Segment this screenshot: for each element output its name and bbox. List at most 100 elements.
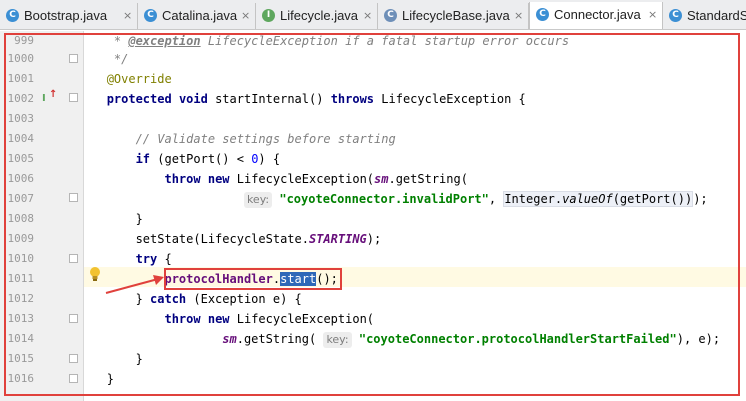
line-comment: // Validate settings before starting xyxy=(135,132,396,146)
fold-marker[interactable] xyxy=(69,314,78,323)
code-line-1000: */ xyxy=(85,49,128,69)
tab-bootstrap-java[interactable]: C Bootstrap.java × xyxy=(0,3,138,29)
line-number: 1008 xyxy=(7,212,35,225)
string-literal: "coyoteConnector.invalidPort" xyxy=(279,192,489,206)
code-text: .getString( xyxy=(388,172,468,186)
code-line-1002: protected void startInternal() throws Li… xyxy=(85,89,526,109)
fold-marker[interactable] xyxy=(69,54,78,63)
code-line-999: * @exception LifecycleException if a fat… xyxy=(85,31,569,51)
code-text: } xyxy=(106,372,114,386)
tab-label: LifecycleBase.java xyxy=(402,8,510,23)
code-line-1001: @Override xyxy=(85,69,172,89)
code-text: (getPort()) xyxy=(612,192,693,206)
line-number: 1014 xyxy=(7,332,35,345)
field-reference: sm xyxy=(374,172,389,186)
code-line-1013: throw new LifecycleException( xyxy=(85,309,374,329)
static-method: valueOf xyxy=(562,192,613,206)
annotation: @Override xyxy=(106,72,172,86)
class-c-icon: C xyxy=(144,9,157,22)
close-tab-icon[interactable]: × xyxy=(123,3,132,29)
code-text: , xyxy=(488,192,504,206)
code-text: LifecycleException { xyxy=(374,92,526,106)
line-number: 1013 xyxy=(7,312,35,325)
pointer-arrow-icon xyxy=(105,275,164,294)
keyword: protected xyxy=(106,92,172,106)
fold-marker[interactable] xyxy=(69,193,78,202)
selected-method[interactable]: start xyxy=(280,272,317,286)
tab-lifecyclebase-java[interactable]: C LifecycleBase.java × xyxy=(378,3,529,29)
fold-marker[interactable] xyxy=(69,254,78,263)
doc-type: LifecycleException xyxy=(200,34,338,48)
close-tab-icon[interactable]: × xyxy=(648,2,657,28)
code-text: Integer. xyxy=(504,192,563,206)
parameter-hint: key: xyxy=(323,332,352,348)
class-c-icon: C xyxy=(669,9,682,22)
keyword: try xyxy=(135,252,158,266)
code-text: LifecycleException( xyxy=(229,312,375,326)
line-number: 1006 xyxy=(7,172,35,185)
code-text: ); xyxy=(366,232,382,246)
line-number: 1011 xyxy=(7,272,35,285)
code-line-1015: } xyxy=(85,349,143,369)
code-text: (); xyxy=(316,272,338,286)
code-line-1010: try { xyxy=(85,249,172,269)
line-number: 1016 xyxy=(7,372,35,385)
close-tab-icon[interactable]: × xyxy=(363,3,372,29)
line-number: 999 xyxy=(14,34,34,47)
tab-catalina-java[interactable]: C Catalina.java × xyxy=(138,3,256,29)
class-c-icon: C xyxy=(6,9,19,22)
field-reference: protocolHandler xyxy=(164,272,273,286)
line-number: 1000 xyxy=(7,52,35,65)
parameter-hint: key: xyxy=(243,192,273,208)
doc-close: */ xyxy=(113,52,129,66)
keyword: void xyxy=(178,92,208,106)
line-number: 1003 xyxy=(7,112,35,125)
method-signature: startInternal() xyxy=(207,92,331,106)
tab-label: Connector.java xyxy=(554,7,641,22)
code-line-1004: // Validate settings before starting xyxy=(85,129,396,149)
fold-marker[interactable] xyxy=(69,354,78,363)
tab-standards[interactable]: C StandardS xyxy=(663,3,746,29)
code-line-1016: } xyxy=(85,369,114,389)
code-line-1006: throw new LifecycleException(sm.getStrin… xyxy=(85,169,468,189)
highlighted-expression: Integer.valueOf(getPort()) xyxy=(503,191,694,207)
code-text: { xyxy=(157,252,172,266)
code-text: .getString( xyxy=(236,332,324,346)
code-text: } xyxy=(135,212,143,226)
keyword: new xyxy=(207,172,230,186)
code-line-1008: } xyxy=(85,209,143,229)
fold-marker[interactable] xyxy=(69,93,78,102)
doc-text: if a fatal startup error occurs xyxy=(337,34,570,48)
code-line-1007: key: "coyoteConnector.invalidPort", Inte… xyxy=(85,189,708,209)
field-reference: sm xyxy=(222,332,237,346)
close-tab-icon[interactable]: × xyxy=(241,3,250,29)
line-number: 1004 xyxy=(7,132,35,145)
abstract-class-c-icon: C xyxy=(384,9,397,22)
line-number: 1002 xyxy=(7,92,35,105)
code-text: (getPort() < xyxy=(150,152,252,166)
code-line-1014: sm.getString( key: "coyoteConnector.prot… xyxy=(85,329,720,349)
code-text: LifecycleException( xyxy=(229,172,375,186)
code-text: setState(LifecycleState. xyxy=(135,232,309,246)
code-text: } xyxy=(135,352,143,366)
tab-label: Catalina.java xyxy=(162,8,238,23)
keyword: throw xyxy=(164,172,201,186)
interface-i-icon: I xyxy=(262,9,275,22)
code-text: ) { xyxy=(258,152,281,166)
keyword: if xyxy=(135,152,151,166)
code-editor[interactable]: 999 1000 1001 1002 1003 1004 1005 1006 1… xyxy=(0,31,746,401)
static-constant: STARTING xyxy=(308,232,367,246)
code-text: ), e); xyxy=(676,332,721,346)
doc-star: * xyxy=(113,34,129,48)
tab-connector-java[interactable]: C Connector.java × xyxy=(529,2,663,29)
keyword: throw xyxy=(164,312,201,326)
arrow-up-icon[interactable]: ↑ xyxy=(49,89,57,100)
implements-method-icon[interactable]: I xyxy=(42,93,46,104)
close-tab-icon[interactable]: × xyxy=(514,3,523,29)
code-line-1009: setState(LifecycleState.STARTING); xyxy=(85,229,382,249)
tab-lifecycle-java[interactable]: I Lifecycle.java × xyxy=(256,3,378,29)
fold-marker[interactable] xyxy=(69,374,78,383)
string-literal: "coyoteConnector.protocolHandlerStartFai… xyxy=(358,332,677,346)
tab-label: StandardS xyxy=(687,8,746,23)
doc-tag: @exception xyxy=(128,34,201,48)
